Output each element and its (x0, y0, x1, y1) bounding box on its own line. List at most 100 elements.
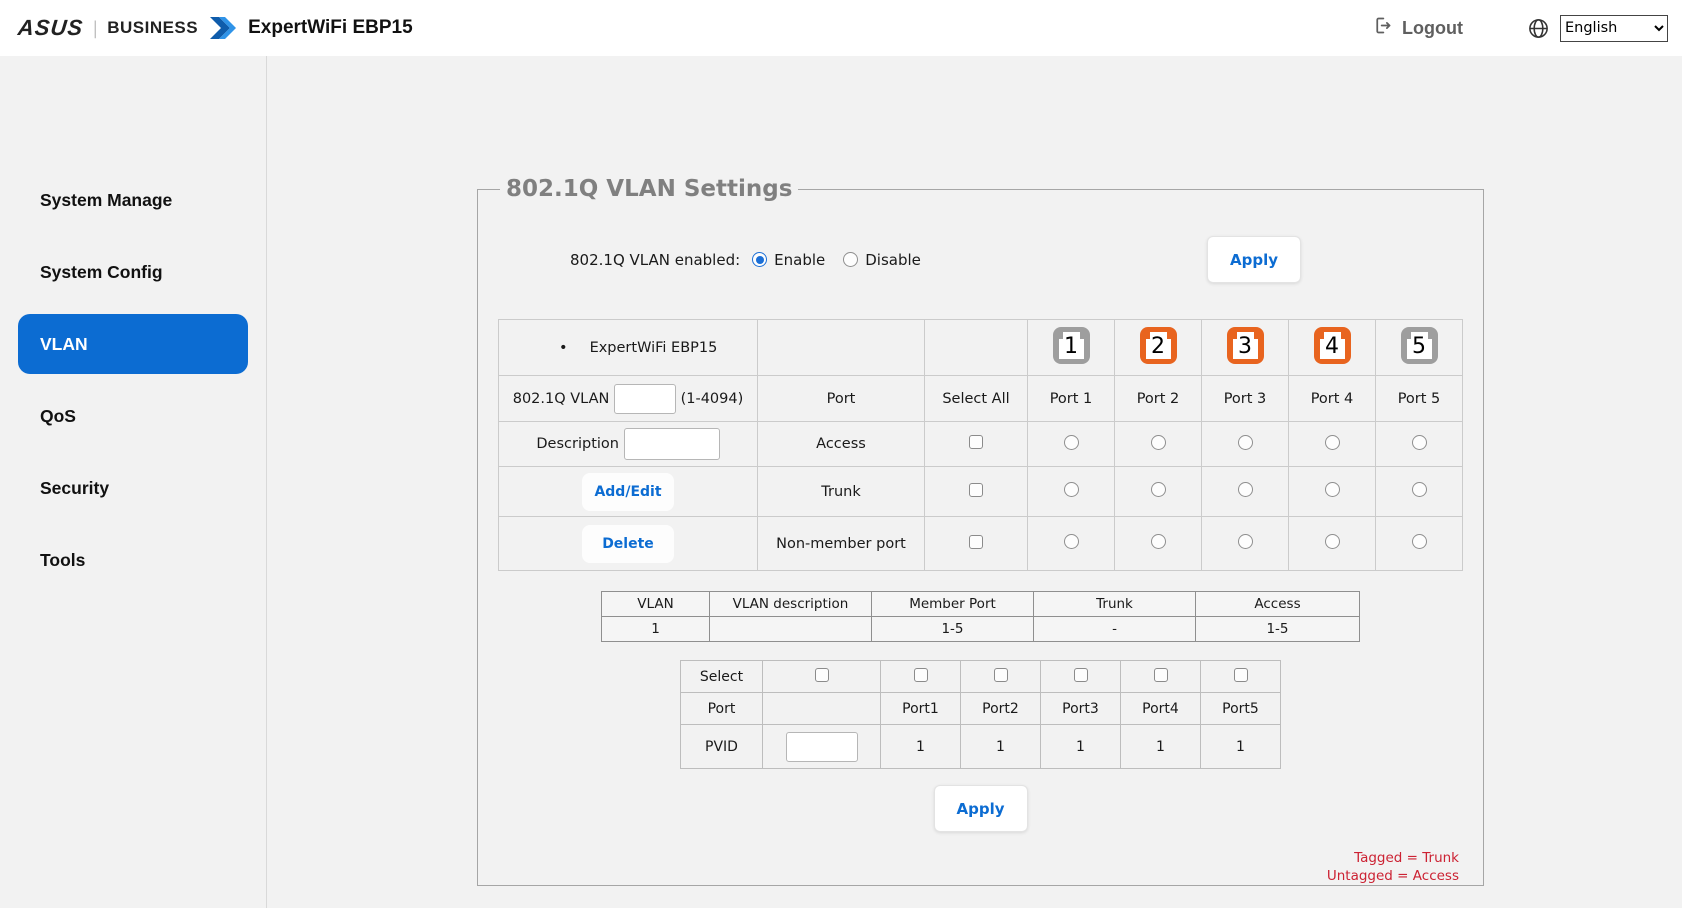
delete-button[interactable]: Delete (582, 524, 674, 563)
pvid-value-row: PVID 1 1 1 1 1 (680, 724, 1281, 769)
pvid-port-2-value: 1 (960, 724, 1041, 769)
trunk-row-label: Trunk (757, 466, 925, 517)
vlan-summary-row: 1 1-5 - 1-5 (601, 616, 1360, 642)
logout-button[interactable]: Logout (1372, 15, 1463, 41)
non-member-row-label: Non-member port (757, 516, 925, 571)
trunk-header: Trunk (1033, 591, 1196, 617)
ethernet-port-5-icon: 5 (1400, 327, 1438, 364)
vlan-cell: 1 (601, 616, 710, 642)
pvid-port-2-header: Port2 (960, 692, 1041, 725)
device-name-row: • ExpertWiFi EBP15 (499, 340, 757, 356)
description-input[interactable] (623, 428, 720, 460)
trunk-port-5-radio[interactable] (1411, 482, 1427, 497)
sidebar-item-system-config[interactable]: System Config (0, 236, 266, 308)
ethernet-port-4-icon: 4 (1313, 327, 1351, 364)
trunk-port-2-radio[interactable] (1150, 482, 1166, 497)
ethernet-port-3-icon: 3 (1226, 327, 1264, 364)
pvid-port-header-row: Port Port1 Port2 Port3 Port4 Port5 (680, 692, 1281, 725)
access-port-4-radio[interactable] (1324, 434, 1340, 450)
brand-separator: | (92, 17, 99, 39)
non-member-port-4-radio[interactable] (1324, 534, 1340, 549)
access-row-label: Access (757, 421, 925, 467)
access-port-2-radio[interactable] (1150, 434, 1166, 450)
non-member-port-1-radio[interactable] (1063, 534, 1079, 549)
disable-radio-option[interactable]: Disable (843, 251, 921, 269)
vlan-id-label: 802.1Q VLAN (512, 390, 610, 407)
pvid-input[interactable] (785, 731, 858, 762)
main-content: 802.1Q VLAN Settings 802.1Q VLAN enabled… (267, 56, 1682, 908)
trunk-port-4-radio[interactable] (1324, 482, 1340, 497)
pvid-select-port-5-checkbox[interactable] (1233, 667, 1248, 682)
logout-label: Logout (1402, 17, 1463, 38)
enable-radio-label: Enable (774, 250, 826, 269)
trunk-port-3-radio[interactable] (1237, 482, 1253, 497)
non-member-port-3-radio[interactable] (1237, 534, 1253, 549)
device-bullet: • (559, 339, 568, 356)
sidebar-item-system-manage[interactable]: System Manage (0, 164, 266, 236)
vlan-id-range: (1-4094) (680, 390, 744, 407)
apply-pvid-button[interactable]: Apply (933, 785, 1028, 832)
asus-logo: ASUS (16, 15, 85, 40)
trunk-port-1-radio[interactable] (1063, 482, 1079, 497)
access-cell: 1-5 (1195, 616, 1360, 642)
pvid-select-port-3-checkbox[interactable] (1073, 667, 1088, 682)
double-chevron-right-icon (210, 16, 237, 40)
select-all-header: Select All (924, 375, 1028, 422)
disable-radio-label: Disable (865, 250, 921, 269)
non-member-port-2-radio[interactable] (1150, 534, 1166, 549)
access-port-3-radio[interactable] (1237, 434, 1253, 450)
top-bar: ASUS | BUSINESS ExpertWiFi EBP15 Logout (0, 0, 1682, 56)
enable-radio-group: Enable Disable (752, 251, 921, 269)
tagged-note: Tagged = Trunk (1354, 850, 1459, 866)
description-label: Description (536, 436, 619, 452)
enable-radio-option[interactable]: Enable (752, 251, 825, 269)
port-4-header: Port 4 (1288, 375, 1376, 422)
page-title: ExpertWiFi EBP15 (248, 17, 413, 38)
non-member-port-5-radio[interactable] (1411, 534, 1427, 549)
language-select[interactable]: English (1560, 14, 1668, 42)
pvid-port-5-header: Port5 (1200, 692, 1281, 725)
add-edit-button[interactable]: Add/Edit (582, 472, 674, 511)
access-port-1-radio[interactable] (1063, 434, 1079, 450)
pvid-select-port-1-checkbox[interactable] (913, 667, 928, 682)
member-port-cell: 1-5 (871, 616, 1034, 642)
non-member-select-all-checkbox[interactable] (969, 534, 983, 549)
sidebar: System Manage System Config VLAN QoS Sec… (0, 56, 267, 908)
pvid-select-port-2-checkbox[interactable] (993, 667, 1008, 682)
access-port-5-radio[interactable] (1411, 434, 1427, 450)
port-row-label: Port (680, 692, 763, 725)
sidebar-item-tools[interactable]: Tools (0, 524, 266, 596)
port-1-header: Port 1 (1027, 375, 1115, 422)
select-row-label: Select (680, 660, 763, 693)
trunk-cell: - (1033, 616, 1196, 642)
pvid-port-5-value: 1 (1200, 724, 1281, 769)
pvid-select-row: Select (680, 660, 1281, 693)
sidebar-item-qos[interactable]: QoS (0, 380, 266, 452)
port-2-header: Port 2 (1114, 375, 1202, 422)
sidebar-item-vlan[interactable]: VLAN (18, 314, 248, 374)
pvid-port-1-header: Port1 (880, 692, 961, 725)
panel-title: 802.1Q VLAN Settings (506, 176, 793, 202)
vlan-enable-row: 802.1Q VLAN enabled: Enable Disable Appl… (498, 236, 1463, 283)
disable-radio[interactable] (843, 252, 859, 267)
pvid-select-all-checkbox[interactable] (814, 667, 829, 682)
pvid-port-3-value: 1 (1040, 724, 1121, 769)
port-5-header: Port 5 (1375, 375, 1463, 422)
vlan-description-header: VLAN description (709, 591, 872, 617)
device-name: ExpertWiFi EBP15 (589, 339, 718, 356)
access-header: Access (1195, 591, 1360, 617)
pvid-port-4-value: 1 (1120, 724, 1201, 769)
vlan-description-cell (709, 616, 872, 642)
pvid-select-port-4-checkbox[interactable] (1153, 667, 1168, 682)
pvid-port-4-header: Port4 (1120, 692, 1201, 725)
pvid-port-1-value: 1 (880, 724, 961, 769)
apply-enable-button[interactable]: Apply (1207, 236, 1301, 283)
enable-radio[interactable] (752, 252, 768, 267)
trunk-select-all-checkbox[interactable] (969, 482, 983, 497)
brand-business-label: BUSINESS (107, 18, 199, 37)
sidebar-item-security[interactable]: Security (0, 452, 266, 524)
vlan-summary-table: VLAN VLAN description Member Port Trunk … (601, 591, 1360, 642)
vlan-summary-header-row: VLAN VLAN description Member Port Trunk … (601, 591, 1360, 617)
vlan-id-input[interactable] (613, 383, 676, 414)
access-select-all-checkbox[interactable] (969, 435, 983, 449)
